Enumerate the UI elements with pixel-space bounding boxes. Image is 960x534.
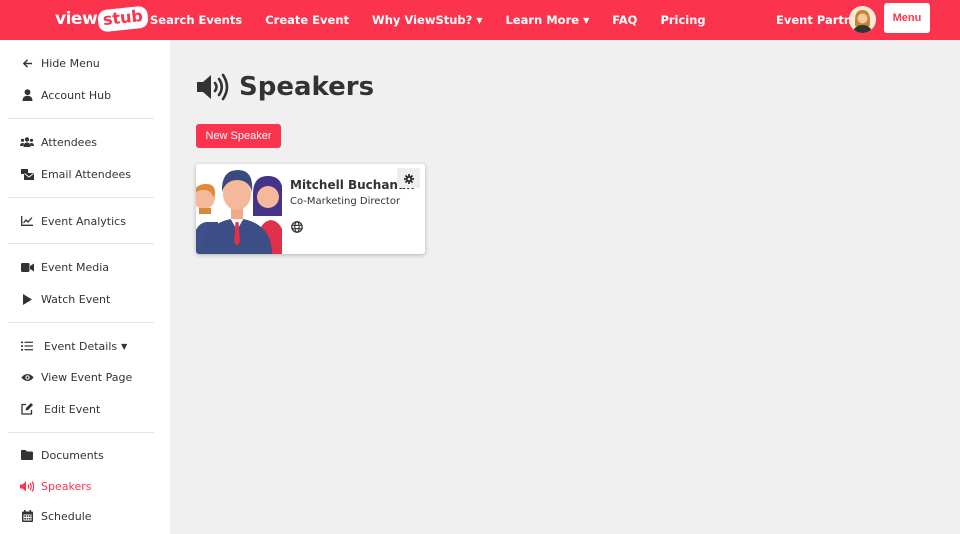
- logo-text-view: view: [55, 9, 98, 29]
- sidebar-item-view-event-page[interactable]: View Event Page: [20, 367, 132, 387]
- sidebar-item-attendees[interactable]: Attendees: [20, 132, 97, 152]
- speaker-name: Mitchell Buchanan: [290, 178, 415, 192]
- chevron-down-icon: ▼: [476, 15, 483, 25]
- gear-icon: [403, 169, 414, 188]
- nav-why-viewstub[interactable]: Why ViewStub? ▼: [372, 13, 482, 27]
- calendar-icon: [20, 509, 34, 523]
- new-speaker-button[interactable]: New Speaker: [196, 124, 281, 148]
- globe-icon[interactable]: [291, 218, 303, 233]
- top-navbar: view stub Search Events Create Event Why…: [0, 0, 960, 40]
- speaker-card[interactable]: Mitchell Buchanan Co-Marketing Director: [196, 164, 425, 254]
- main-nav: Search Events Create Event Why ViewStub?…: [150, 0, 729, 40]
- menu-button[interactable]: Menu: [884, 3, 930, 33]
- sidebar-item-event-details[interactable]: Event Details ▼: [20, 336, 127, 356]
- speaker-photo: [196, 164, 286, 254]
- mail-bulk-icon: [20, 167, 34, 181]
- nav-learn-more[interactable]: Learn More ▼: [505, 13, 589, 27]
- play-icon: [20, 292, 34, 306]
- speaker-role: Co-Marketing Director: [290, 196, 401, 207]
- nav-search-events[interactable]: Search Events: [150, 13, 242, 27]
- nav-create-event[interactable]: Create Event: [265, 13, 349, 27]
- logo-text-stub: stub: [97, 5, 150, 33]
- folder-icon: [20, 448, 34, 462]
- user-avatar[interactable]: [849, 6, 876, 33]
- sidebar: Hide Menu Account Hub Attendees Email At…: [0, 40, 170, 534]
- caret-down-icon: ▼: [121, 341, 128, 351]
- sidebar-divider: [8, 197, 154, 198]
- speaker-settings-button[interactable]: [397, 168, 420, 188]
- sidebar-divider: [8, 118, 154, 119]
- page-title: Speakers: [197, 70, 374, 104]
- sidebar-item-schedule[interactable]: Schedule: [20, 506, 92, 526]
- sidebar-divider: [8, 322, 154, 323]
- viewstub-logo[interactable]: view stub: [55, 5, 150, 33]
- chart-line-icon: [20, 214, 34, 228]
- users-icon: [20, 135, 34, 149]
- sidebar-item-documents[interactable]: Documents: [20, 445, 104, 465]
- volume-icon: [20, 479, 34, 493]
- sidebar-item-account-hub[interactable]: Account Hub: [20, 85, 111, 105]
- sidebar-divider: [8, 432, 154, 433]
- sidebar-item-speakers[interactable]: Speakers: [20, 476, 91, 496]
- arrow-left-icon: [20, 56, 34, 70]
- nav-pricing[interactable]: Pricing: [660, 13, 705, 27]
- sidebar-item-event-media[interactable]: Event Media: [20, 257, 109, 277]
- sidebar-divider: [8, 243, 154, 244]
- sidebar-item-event-analytics[interactable]: Event Analytics: [20, 211, 126, 231]
- eye-icon: [20, 370, 34, 384]
- page-heading: Speakers: [239, 72, 375, 102]
- sidebar-item-email-attendees[interactable]: Email Attendees: [20, 164, 131, 184]
- video-icon: [20, 260, 34, 274]
- sidebar-item-edit-event[interactable]: Edit Event: [20, 399, 100, 419]
- list-icon: [20, 339, 34, 353]
- chevron-down-icon: ▼: [583, 15, 590, 25]
- sidebar-item-hide-menu[interactable]: Hide Menu: [20, 53, 100, 73]
- sidebar-item-watch-event[interactable]: Watch Event: [20, 289, 110, 309]
- user-icon: [20, 88, 34, 102]
- edit-icon: [20, 402, 34, 416]
- volume-icon: [197, 72, 231, 102]
- nav-faq[interactable]: FAQ: [612, 13, 637, 27]
